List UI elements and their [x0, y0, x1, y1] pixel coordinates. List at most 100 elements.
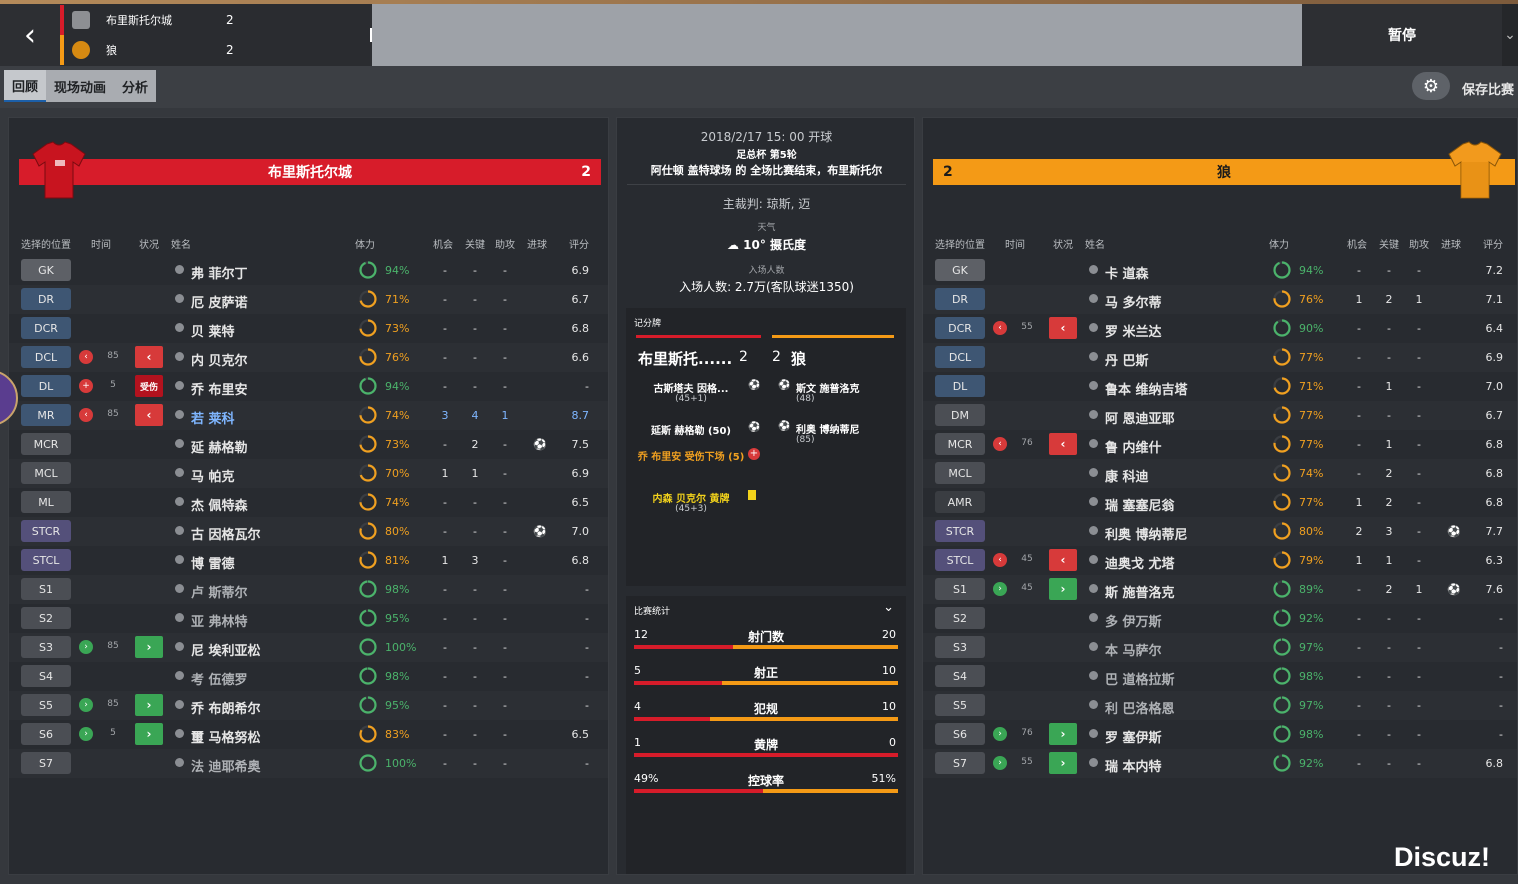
position-badge[interactable]: MR [21, 404, 71, 426]
player-name[interactable]: 弗 菲尔丁 [191, 263, 248, 282]
player-row[interactable]: MCL 康 科迪 74% - 2 - 6.8 [923, 459, 1517, 488]
player-row[interactable]: MCR ‹ 76 ‹ 鲁 内维什 77% - 1 - 6.8 [923, 430, 1517, 459]
player-row[interactable]: S5 利 巴洛格恩 97% - - - - [923, 691, 1517, 720]
player-name[interactable]: 古 因格瓦尔 [191, 524, 261, 543]
position-badge[interactable]: MCL [21, 462, 71, 484]
info-icon[interactable] [1089, 352, 1098, 361]
info-icon[interactable] [175, 352, 184, 361]
player-row[interactable]: S6 › 76 › 罗 塞伊斯 98% - - - - [923, 720, 1517, 749]
position-badge[interactable]: ML [21, 491, 71, 513]
player-name[interactable]: 丹 巴斯 [1105, 350, 1149, 369]
settings-button[interactable]: ⚙ [1412, 72, 1450, 100]
position-badge[interactable]: S7 [935, 752, 985, 774]
position-badge[interactable]: S7 [21, 752, 71, 774]
player-row[interactable]: STCR 利奥 博纳蒂尼 80% 2 3 - ⚽ 7.7 [923, 517, 1517, 546]
info-icon[interactable] [175, 671, 184, 680]
player-name[interactable]: 乔 布里安 [191, 379, 248, 398]
position-badge[interactable]: STCR [21, 520, 71, 542]
player-row[interactable]: S4 巴 道格拉斯 98% - - - - [923, 662, 1517, 691]
position-badge[interactable]: MCR [21, 433, 71, 455]
info-icon[interactable] [1089, 613, 1098, 622]
sub-in-button[interactable]: › [1049, 723, 1077, 745]
player-row[interactable]: GK 弗 菲尔丁 94% - - - 6.9 [9, 256, 608, 285]
player-name[interactable]: 卡 道森 [1105, 263, 1149, 282]
player-row[interactable]: S3 › 85 › 尼 埃利亚松 100% - - - - [9, 633, 608, 662]
position-badge[interactable]: S6 [935, 723, 985, 745]
info-icon[interactable] [175, 555, 184, 564]
info-icon[interactable] [175, 468, 184, 477]
info-icon[interactable] [175, 497, 184, 506]
player-row[interactable]: DCR 贝 莱特 73% - - - 6.8 [9, 314, 608, 343]
player-name[interactable]: 康 科迪 [1105, 466, 1149, 485]
player-row[interactable]: DR 马 多尔蒂 76% 1 2 1 7.1 [923, 285, 1517, 314]
player-name[interactable]: 阿 恩迪亚耶 [1105, 408, 1175, 427]
info-icon[interactable] [175, 294, 184, 303]
chevron-down-icon[interactable]: ⌄ [883, 600, 894, 615]
position-badge[interactable]: S4 [21, 665, 71, 687]
sub-in-button[interactable]: › [1049, 752, 1077, 774]
sub-in-button[interactable]: › [135, 723, 163, 745]
sub-out-button[interactable]: ‹ [135, 404, 163, 426]
tab-live-animation[interactable]: 现场动画 [46, 70, 114, 102]
player-name[interactable]: 斯 施普洛克 [1105, 582, 1175, 601]
player-name[interactable]: 卢 斯蒂尔 [191, 582, 248, 601]
info-icon[interactable] [1089, 381, 1098, 390]
position-badge[interactable]: DL [935, 375, 985, 397]
position-badge[interactable]: DCR [21, 317, 71, 339]
player-row[interactable]: AMR 瑞 塞塞尼翁 77% 1 2 - 6.8 [923, 488, 1517, 517]
info-icon[interactable] [1089, 584, 1098, 593]
position-badge[interactable]: S3 [21, 636, 71, 658]
player-name[interactable]: 璽 马格努松 [191, 727, 261, 746]
info-icon[interactable] [1089, 294, 1098, 303]
player-name[interactable]: 贝 莱特 [191, 321, 235, 340]
position-badge[interactable]: S2 [935, 607, 985, 629]
sub-out-button[interactable]: ‹ [135, 346, 163, 368]
player-name[interactable]: 杰 佩特森 [191, 495, 248, 514]
info-icon[interactable] [175, 439, 184, 448]
position-badge[interactable]: GK [935, 259, 985, 281]
player-name[interactable]: 博 雷德 [191, 553, 235, 572]
tab-review[interactable]: 回顾 [4, 70, 47, 102]
player-row[interactable]: MCR 延 赫格勒 73% - 2 - ⚽ 7.5 [9, 430, 608, 459]
info-icon[interactable] [1089, 671, 1098, 680]
info-icon[interactable] [175, 265, 184, 274]
player-row[interactable]: DCR ‹ 55 ‹ 罗 米兰达 90% - - - 6.4 [923, 314, 1517, 343]
position-badge[interactable]: STCL [935, 549, 985, 571]
player-name[interactable]: 瑞 本内特 [1105, 756, 1162, 775]
info-icon[interactable] [1089, 758, 1098, 767]
info-icon[interactable] [1089, 642, 1098, 651]
sub-out-button[interactable]: ‹ [1049, 317, 1077, 339]
player-row[interactable]: S5 › 85 › 乔 布朗希尔 95% - - - - [9, 691, 608, 720]
injury-status-badge[interactable]: 受伤 [135, 375, 163, 397]
player-name[interactable]: 利 巴洛格恩 [1105, 698, 1175, 717]
position-badge[interactable]: GK [21, 259, 71, 281]
player-row[interactable]: S1 › 45 › 斯 施普洛克 89% - 2 1 ⚽ 7.6 [923, 575, 1517, 604]
position-badge[interactable]: S4 [935, 665, 985, 687]
player-row[interactable]: S2 亚 弗林特 95% - - - - [9, 604, 608, 633]
info-icon[interactable] [175, 323, 184, 332]
player-row[interactable]: MCL 马 帕克 70% 1 1 - 6.9 [9, 459, 608, 488]
player-row[interactable]: STCL ‹ 45 ‹ 迪奥戈 尤塔 79% 1 1 - 6.3 [923, 546, 1517, 575]
player-row[interactable]: DCL ‹ 85 ‹ 内 贝克尔 76% - - - 6.6 [9, 343, 608, 372]
position-badge[interactable]: DCR [935, 317, 985, 339]
player-row[interactable]: DCL 丹 巴斯 77% - - - 6.9 [923, 343, 1517, 372]
player-row[interactable]: S6 › 5 › 璽 马格努松 83% - - - 6.5 [9, 720, 608, 749]
info-icon[interactable] [1089, 497, 1098, 506]
info-icon[interactable] [175, 613, 184, 622]
player-row[interactable]: DM 阿 恩迪亚耶 77% - - - 6.7 [923, 401, 1517, 430]
position-badge[interactable]: STCL [21, 549, 71, 571]
player-name[interactable]: 鲁 内维什 [1105, 437, 1162, 456]
position-badge[interactable]: S1 [21, 578, 71, 600]
player-name[interactable]: 本 马萨尔 [1105, 640, 1162, 659]
info-icon[interactable] [175, 642, 184, 651]
sub-in-button[interactable]: › [135, 694, 163, 716]
player-name[interactable]: 鲁本 维纳吉塔 [1105, 379, 1188, 398]
pause-button[interactable]: 暂停 [1302, 4, 1502, 66]
player-name[interactable]: 内 贝克尔 [191, 350, 248, 369]
position-badge[interactable]: DCL [935, 346, 985, 368]
position-badge[interactable]: S5 [935, 694, 985, 716]
player-row[interactable]: S3 本 马萨尔 97% - - - - [923, 633, 1517, 662]
sub-in-button[interactable]: › [1049, 578, 1077, 600]
position-badge[interactable]: DM [935, 404, 985, 426]
info-icon[interactable] [175, 700, 184, 709]
